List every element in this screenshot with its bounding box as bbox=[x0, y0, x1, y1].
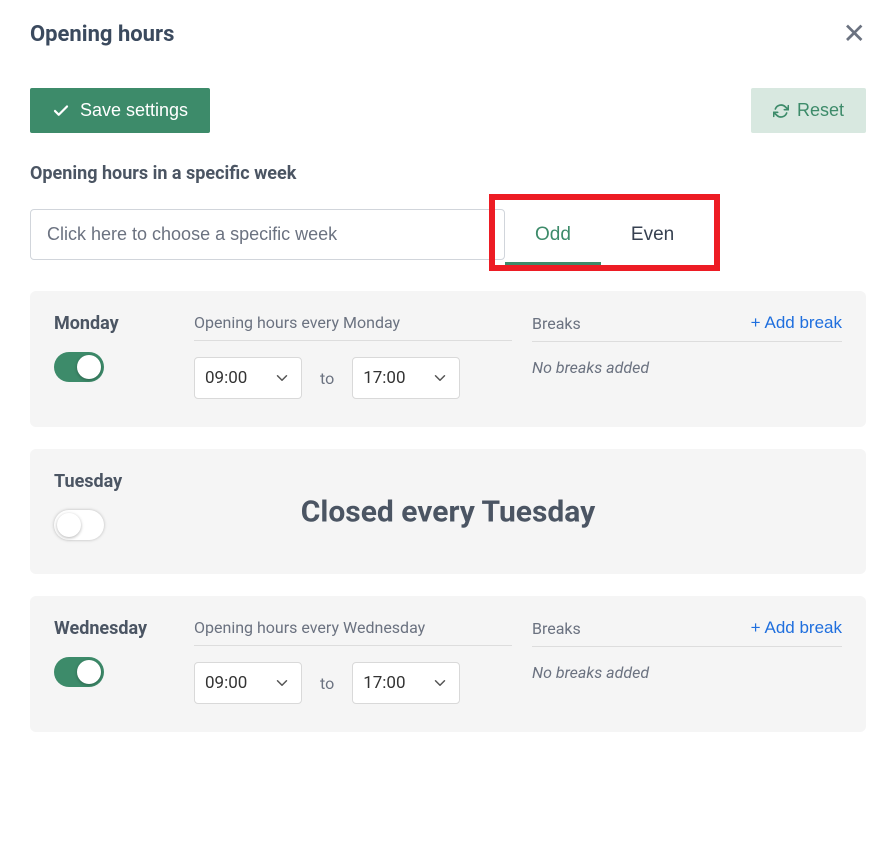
day-card-tuesday: Tuesday Closed every Tuesday bbox=[30, 449, 866, 574]
week-tabs: Odd Even bbox=[505, 206, 704, 265]
week-picker-label: Opening hours in a specific week bbox=[30, 163, 866, 184]
open-time-value-monday: 09:00 bbox=[205, 368, 247, 388]
day-name-wednesday: Wednesday bbox=[54, 618, 174, 639]
close-time-select-monday[interactable]: 17:00 bbox=[352, 357, 460, 399]
tab-even[interactable]: Even bbox=[601, 206, 704, 265]
add-break-button-monday[interactable]: + Add break bbox=[751, 313, 842, 333]
day-name-monday: Monday bbox=[54, 313, 174, 334]
week-picker-input[interactable] bbox=[30, 209, 505, 260]
page-title: Opening hours bbox=[30, 22, 174, 47]
reset-label: Reset bbox=[797, 100, 844, 121]
toggle-knob bbox=[77, 660, 101, 684]
plus-icon: + bbox=[751, 313, 761, 333]
toggle-knob bbox=[77, 355, 101, 379]
toggle-monday[interactable] bbox=[54, 352, 104, 382]
save-settings-label: Save settings bbox=[80, 100, 188, 121]
closed-text-tuesday: Closed every Tuesday bbox=[30, 494, 866, 529]
to-label-wednesday: to bbox=[320, 674, 334, 693]
close-time-value-monday: 17:00 bbox=[363, 368, 405, 388]
save-settings-button[interactable]: Save settings bbox=[30, 88, 210, 133]
add-break-label-wednesday: Add break bbox=[765, 618, 843, 638]
reset-button[interactable]: Reset bbox=[751, 88, 866, 133]
add-break-button-wednesday[interactable]: + Add break bbox=[751, 618, 842, 638]
plus-icon: + bbox=[751, 618, 761, 638]
no-breaks-text-monday: No breaks added bbox=[532, 358, 842, 377]
close-button[interactable]: ✕ bbox=[843, 20, 866, 48]
to-label-monday: to bbox=[320, 369, 334, 388]
chevron-down-icon bbox=[273, 369, 291, 387]
open-time-select-monday[interactable]: 09:00 bbox=[194, 357, 302, 399]
close-time-select-wednesday[interactable]: 17:00 bbox=[352, 662, 460, 704]
day-card-monday: Monday Opening hours every Monday 09:00 … bbox=[30, 291, 866, 427]
add-break-label-monday: Add break bbox=[765, 313, 843, 333]
chevron-down-icon bbox=[431, 369, 449, 387]
day-name-tuesday: Tuesday bbox=[54, 471, 174, 492]
breaks-label-monday: Breaks bbox=[532, 314, 581, 333]
open-time-select-wednesday[interactable]: 09:00 bbox=[194, 662, 302, 704]
no-breaks-text-wednesday: No breaks added bbox=[532, 663, 842, 682]
day-card-wednesday: Wednesday Opening hours every Wednesday … bbox=[30, 596, 866, 732]
chevron-down-icon bbox=[273, 674, 291, 692]
toggle-wednesday[interactable] bbox=[54, 657, 104, 687]
refresh-icon bbox=[773, 103, 789, 119]
tab-odd[interactable]: Odd bbox=[505, 206, 601, 265]
breaks-label-wednesday: Breaks bbox=[532, 619, 581, 638]
open-time-value-wednesday: 09:00 bbox=[205, 673, 247, 693]
chevron-down-icon bbox=[431, 674, 449, 692]
check-icon bbox=[52, 102, 70, 120]
hours-label-monday: Opening hours every Monday bbox=[194, 313, 400, 332]
close-icon: ✕ bbox=[843, 18, 866, 49]
close-time-value-wednesday: 17:00 bbox=[363, 673, 405, 693]
tabs-highlight-box: Odd Even bbox=[489, 194, 720, 271]
hours-label-wednesday: Opening hours every Wednesday bbox=[194, 618, 425, 637]
